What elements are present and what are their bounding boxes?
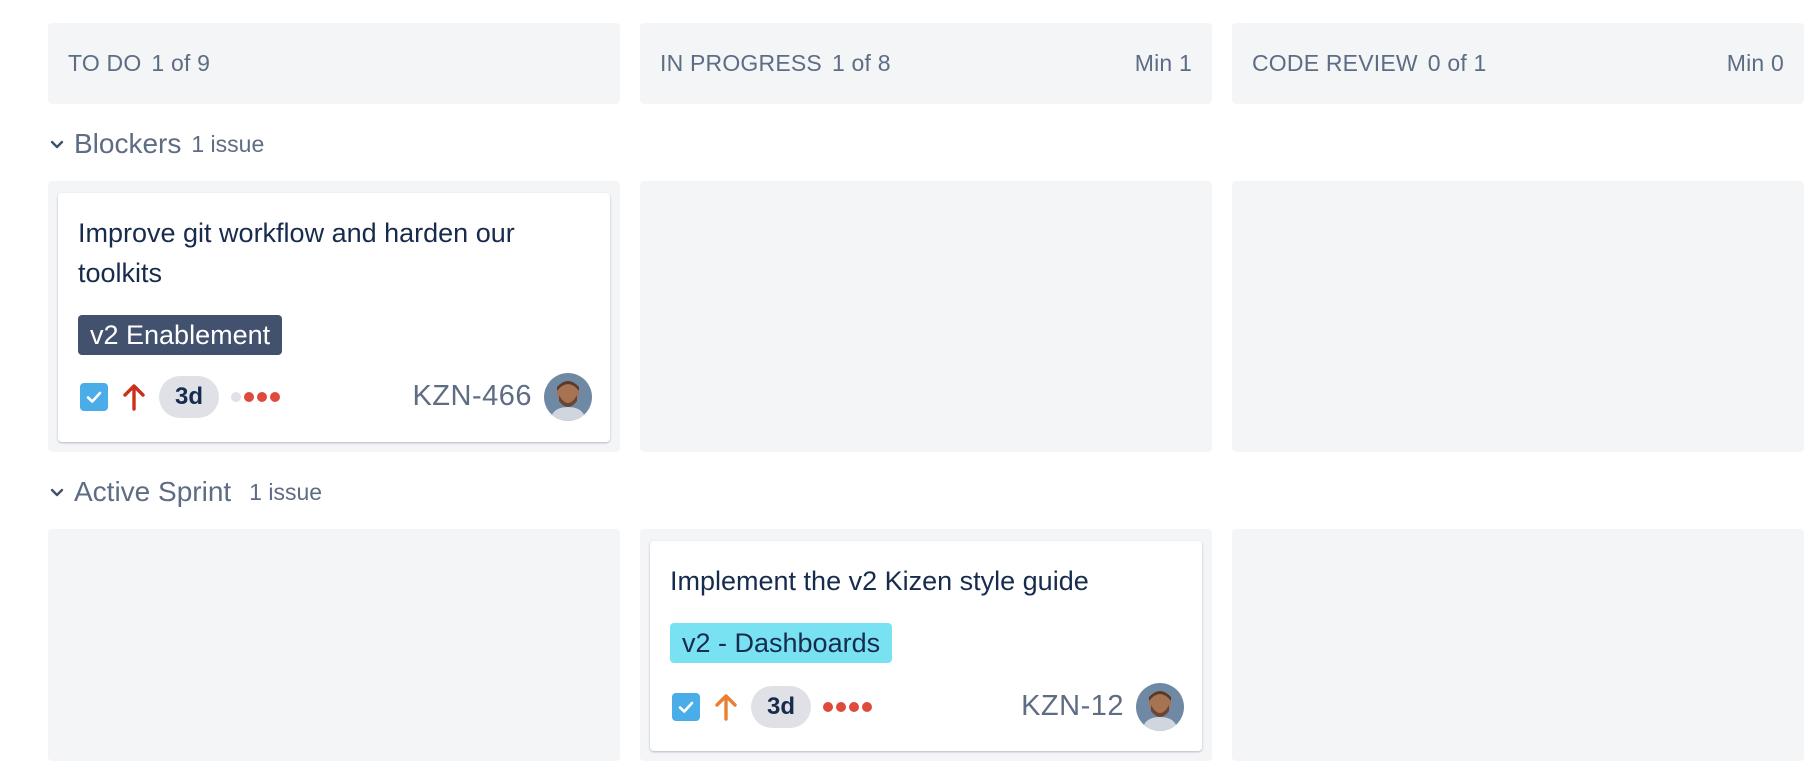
column-title: IN PROGRESS [660, 50, 822, 76]
column-header-todo[interactable]: TO DO 1 of 9 [48, 23, 620, 104]
card-footer: 3d [80, 373, 283, 421]
arrow-up-icon [715, 694, 737, 721]
issue-key[interactable]: KZN-12 [1021, 690, 1124, 723]
issue-summary: Implement the v2 Kizen style guide [670, 566, 1089, 596]
swimlane-header-active-sprint[interactable]: Active Sprint 1 issue [48, 472, 322, 512]
column-count: 1 of 8 [831, 50, 891, 76]
column-count: 0 of 1 [1427, 50, 1487, 76]
column-count: 1 of 9 [151, 50, 211, 76]
estimate-badge: 3d [159, 376, 219, 418]
column-title: TO DO [68, 50, 142, 76]
column-header-in-progress[interactable]: IN PROGRESS 1 of 8 Min 1 [640, 23, 1212, 104]
chevron-down-icon[interactable] [48, 483, 66, 501]
swimlane-issue-count: 1 issue [249, 478, 323, 505]
swimlane-title: Blockers [74, 128, 182, 159]
swimlane-cell-blockers-in-progress [640, 181, 1212, 452]
swimlane-issue-count: 1 issue [191, 130, 265, 157]
swimlane-header-blockers[interactable]: Blockers 1 issue [48, 124, 264, 164]
assignee-avatar[interactable] [544, 373, 592, 421]
epic-label[interactable]: v2 Enablement [78, 315, 283, 355]
assignee-avatar[interactable] [1136, 683, 1184, 731]
kanban-board: TO DO 1 of 9 IN PROGRESS 1 of 8 Min 1 CO… [0, 0, 1808, 782]
issue-summary: Improve git workflow and harden our tool… [78, 218, 515, 288]
epic-label[interactable]: v2 - Dashboards [670, 623, 893, 663]
column-min-constraint: Min 0 [1726, 50, 1784, 76]
chevron-down-icon[interactable] [48, 135, 66, 153]
column-min-constraint: Min 1 [1134, 50, 1192, 76]
issue-key[interactable]: KZN-466 [412, 380, 532, 413]
swimlane-cell-active-code-review [1232, 529, 1804, 761]
column-header-code-review[interactable]: CODE REVIEW 0 of 1 Min 0 [1232, 23, 1804, 104]
card-footer: 3d [672, 683, 875, 731]
arrow-up-icon [123, 384, 145, 411]
progress-dots-icon [823, 702, 875, 712]
swimlane-cell-active-todo [48, 529, 620, 761]
issue-card-kzn-466[interactable]: Improve git workflow and harden our tool… [58, 193, 610, 442]
column-title: CODE REVIEW [1252, 50, 1418, 76]
swimlane-title: Active Sprint [74, 476, 232, 507]
estimate-badge: 3d [751, 686, 811, 728]
swimlane-cell-blockers-code-review [1232, 181, 1804, 452]
checkbox-icon [672, 693, 700, 721]
checkbox-icon [80, 383, 108, 411]
issue-card-kzn-12[interactable]: Implement the v2 Kizen style guide v2 - … [650, 541, 1202, 751]
progress-dots-icon [231, 392, 283, 402]
